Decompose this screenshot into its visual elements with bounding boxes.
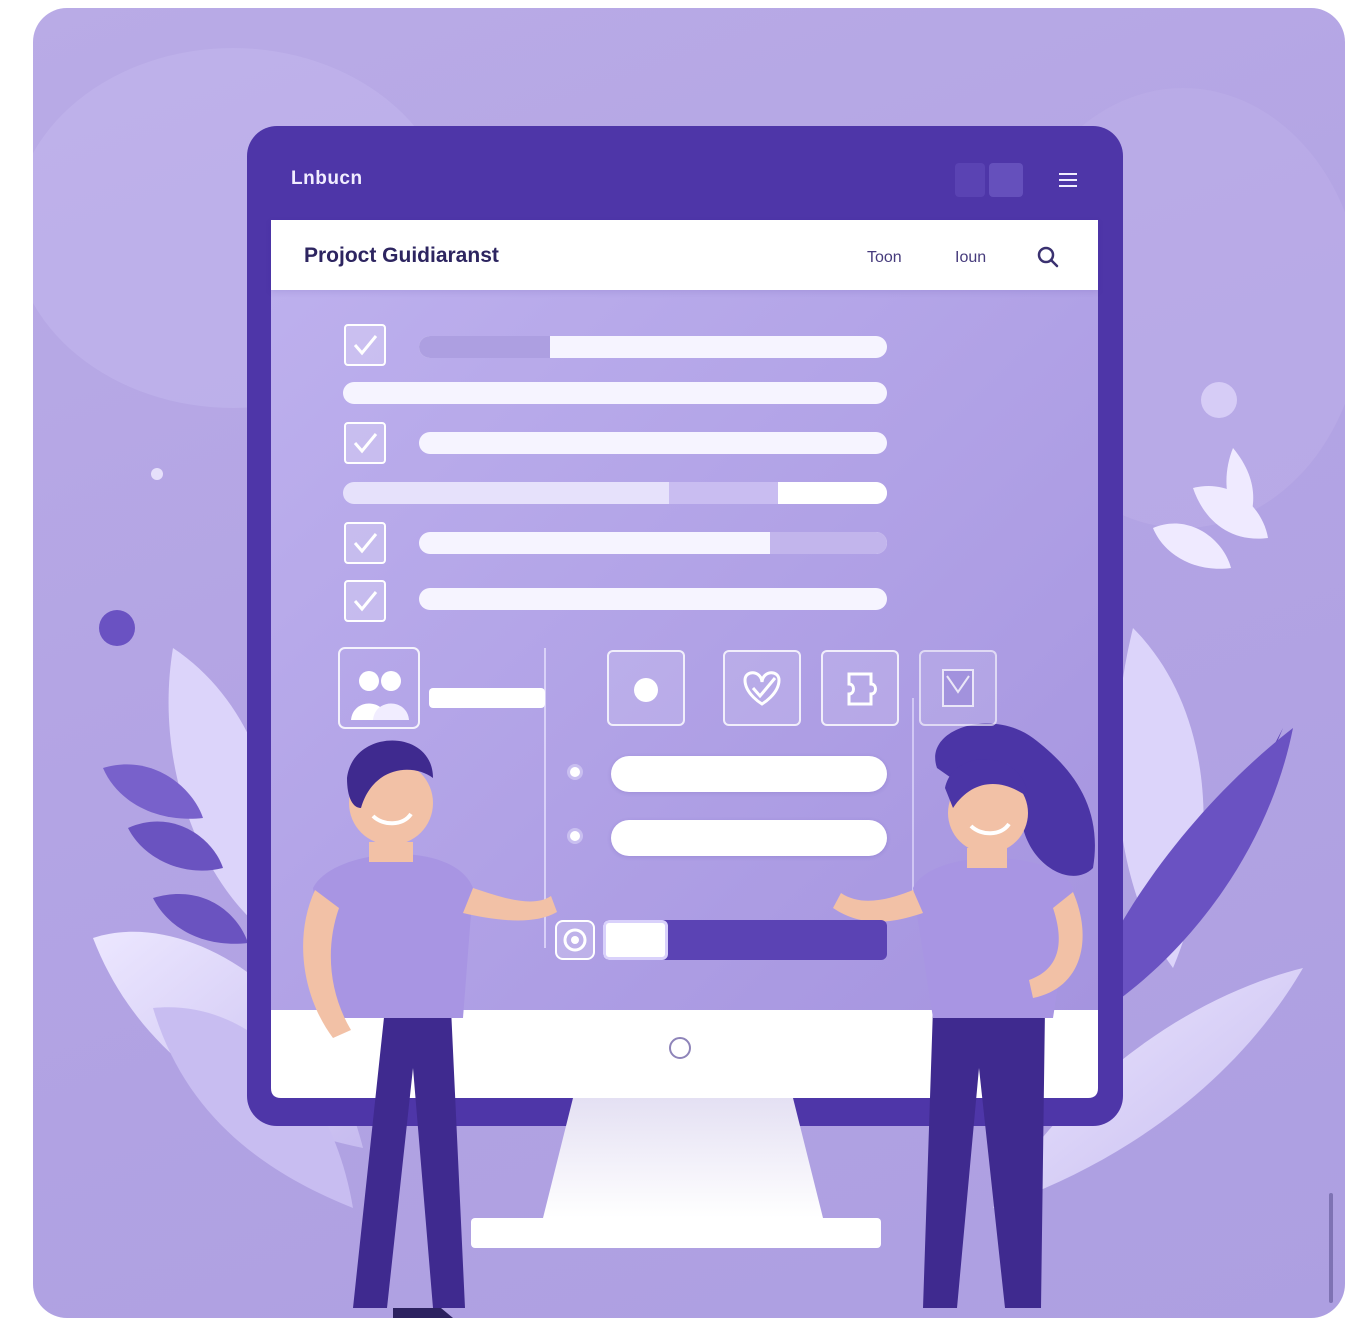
- search-icon[interactable]: [1035, 244, 1061, 270]
- task-bar: [343, 382, 887, 404]
- radio-button[interactable]: [567, 828, 583, 844]
- radio-button[interactable]: [567, 764, 583, 780]
- task-bar: [419, 432, 887, 454]
- task-checkbox[interactable]: [344, 324, 386, 366]
- progress-track: [603, 920, 887, 960]
- decor-dot: [99, 610, 135, 646]
- nav-link[interactable]: Ioun: [955, 249, 986, 267]
- monitor-stand: [543, 1098, 823, 1218]
- monitor-base: [471, 1218, 881, 1248]
- page-title: Projoct Guidiaranst: [304, 244, 499, 268]
- nav-link[interactable]: Toon: [867, 249, 902, 267]
- task-progress: [778, 482, 887, 504]
- task-progress: [419, 336, 550, 358]
- task-progress: [770, 532, 887, 554]
- task-checkbox[interactable]: [344, 580, 386, 622]
- decor-dot: [151, 468, 163, 480]
- tile-circle[interactable]: [607, 650, 685, 726]
- toolbar-button[interactable]: [989, 163, 1023, 197]
- task-bar: [419, 336, 887, 358]
- progress-toggle-icon[interactable]: [555, 920, 595, 960]
- progress-control[interactable]: [551, 918, 891, 962]
- tile-document[interactable]: [919, 650, 997, 726]
- form-field[interactable]: [611, 756, 887, 792]
- toolbar-button[interactable]: [955, 163, 985, 197]
- task-checkbox[interactable]: [344, 422, 386, 464]
- form-field[interactable]: [611, 820, 887, 856]
- illustration-card: Lnbucn Projoct Guidiaranst Toon Ioun: [33, 8, 1345, 1318]
- puzzle-icon: [823, 652, 897, 724]
- app-header: Projoct Guidiaranst Toon Ioun: [271, 220, 1098, 290]
- menu-icon[interactable]: [1051, 164, 1085, 196]
- decor-dot: [1201, 382, 1237, 418]
- task-bar: [419, 532, 887, 554]
- progress-fill: [603, 920, 668, 960]
- app-brand: Lnbucn: [291, 168, 363, 190]
- tile-puzzle[interactable]: [821, 650, 899, 726]
- task-checkbox[interactable]: [344, 522, 386, 564]
- team-label-bar: [429, 688, 545, 708]
- circle-icon: [609, 652, 683, 724]
- task-bar: [343, 482, 887, 504]
- task-bar: [419, 588, 887, 610]
- task-progress: [669, 482, 778, 504]
- background-illustration: [33, 8, 1345, 1318]
- edge-scrollbar: [1329, 1193, 1333, 1303]
- heart-check-icon: [725, 652, 799, 724]
- tile-heart-check[interactable]: [723, 650, 801, 726]
- document-icon: [921, 652, 995, 724]
